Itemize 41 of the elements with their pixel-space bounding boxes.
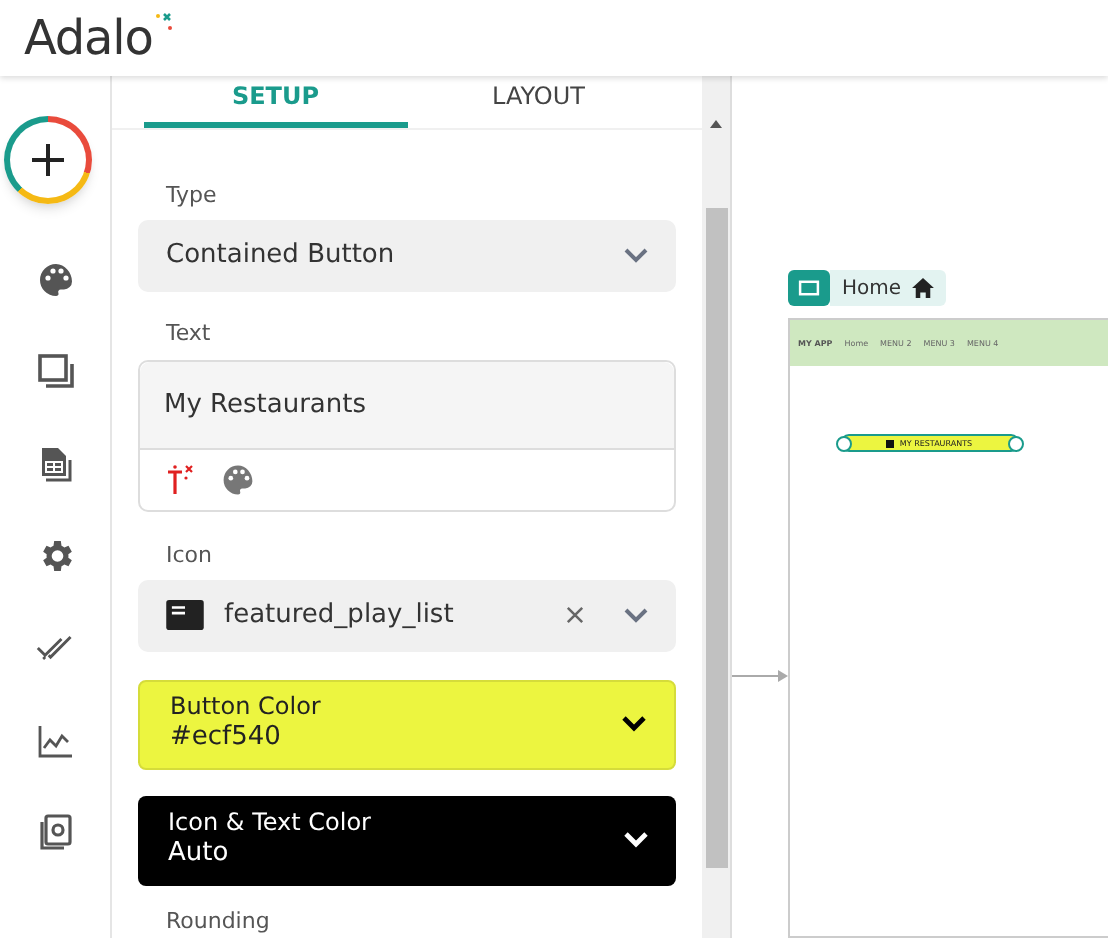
- chevron-down-icon: [624, 832, 648, 848]
- field-label: Button Color: [170, 692, 321, 723]
- field-label: Icon: [166, 540, 214, 573]
- chevron-down-icon: [624, 607, 648, 624]
- color-select[interactable]: Button Color #ecf540: [138, 679, 676, 769]
- component-stack-icon[interactable]: [35, 812, 75, 852]
- line-chart-icon[interactable]: [35, 720, 75, 760]
- field-value: #ecf540: [170, 722, 283, 756]
- screens-icon[interactable]: [35, 352, 75, 392]
- color-select[interactable]: Icon & Text Color Auto: [138, 795, 676, 885]
- palette-icon[interactable]: [35, 260, 75, 300]
- resize-handle[interactable]: [835, 435, 851, 451]
- type-select[interactable]: Contained Button: [138, 219, 676, 292]
- scroll-up-icon[interactable]: [710, 120, 722, 128]
- scrollbar-thumb[interactable]: [705, 208, 727, 868]
- clear-icon[interactable]: [566, 606, 584, 625]
- resize-handle[interactable]: [1007, 435, 1023, 451]
- field-value: Auto: [168, 838, 231, 872]
- palette-icon[interactable]: [220, 462, 256, 499]
- field-label: Type: [166, 180, 219, 213]
- add-button[interactable]: [3, 116, 91, 204]
- field-label: Rounding: [166, 905, 272, 937]
- connector-arrow: [732, 670, 788, 682]
- chevron-down-icon: [624, 247, 648, 264]
- screen-badge[interactable]: [788, 270, 830, 306]
- sparkle-icon: [154, 12, 175, 32]
- magic-text-icon[interactable]: [164, 464, 196, 497]
- logo: Adalo: [24, 14, 153, 62]
- plus-icon: [27, 140, 67, 180]
- chevron-down-icon: [622, 716, 646, 732]
- icon-select[interactable]: featured_play_list: [138, 579, 676, 651]
- text-input[interactable]: My Restaurants: [140, 362, 674, 451]
- field-label: Icon & Text Color: [168, 808, 371, 839]
- monitor-icon: [798, 280, 820, 296]
- field-label: Text: [166, 317, 213, 350]
- scrollbar[interactable]: [702, 76, 730, 938]
- home-icon: [911, 278, 934, 298]
- tab[interactable]: LAYOUT: [407, 76, 670, 129]
- list-card-icon: [166, 600, 204, 631]
- screen-title[interactable]: Home: [830, 270, 946, 306]
- list-card-icon: [885, 439, 894, 447]
